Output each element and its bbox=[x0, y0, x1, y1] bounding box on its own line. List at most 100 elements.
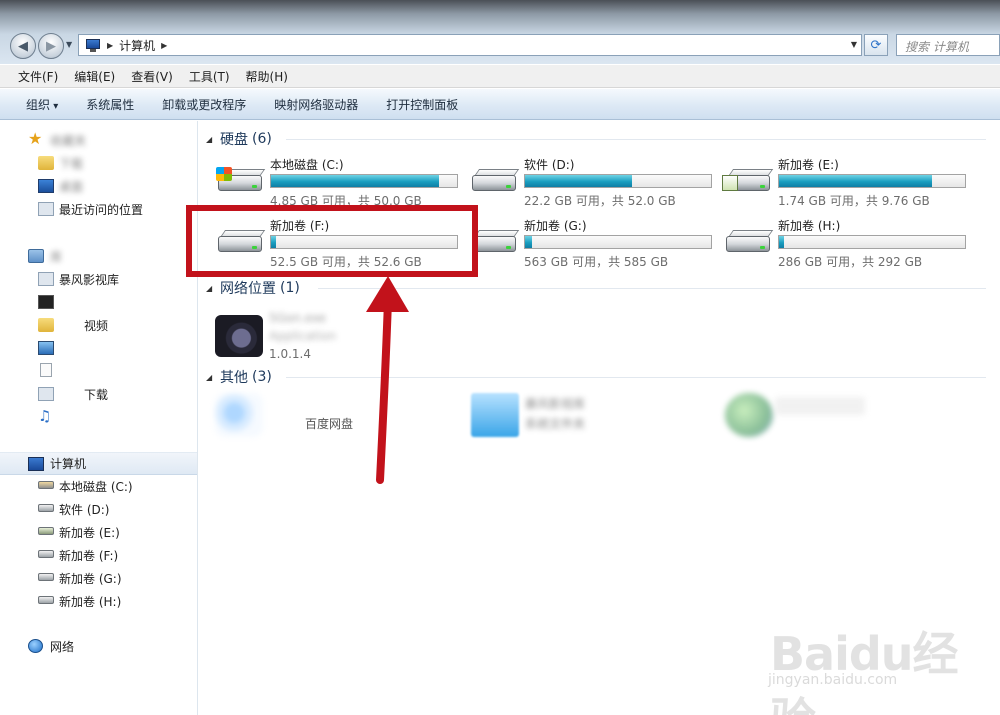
recent-places-icon bbox=[38, 202, 54, 216]
sidebar-item-label: 下载 bbox=[59, 156, 84, 171]
drive-name: 新加卷 (G:) bbox=[524, 219, 587, 233]
sidebar-item-library[interactable]: ♫ bbox=[0, 406, 197, 428]
system-properties-button[interactable]: 系统属性 bbox=[86, 96, 134, 113]
drive-tile-c[interactable]: 本地磁盘 (C:) 4.85 GB 可用，共 50.0 GB bbox=[216, 151, 466, 209]
drive-tile-h[interactable]: 新加卷 (H:) 286 GB 可用，共 292 GB bbox=[724, 212, 974, 270]
menu-file[interactable]: 文件(F) bbox=[18, 68, 58, 85]
collapse-chevron-icon[interactable]: ◢ bbox=[206, 135, 220, 144]
media-library-icon bbox=[38, 272, 54, 286]
sidebar-item-label: 计算机 bbox=[50, 457, 87, 471]
drive-tile-d[interactable]: 软件 (D:) 22.2 GB 可用，共 52.0 GB bbox=[470, 151, 720, 209]
sidebar-item-drive-c[interactable]: 本地磁盘 (C:) bbox=[0, 475, 197, 497]
drive-free-space: 563 GB 可用，共 585 GB bbox=[524, 255, 669, 269]
other-item-baidu-netdisk[interactable]: 百度网盘 bbox=[215, 391, 455, 443]
sidebar-item-library[interactable] bbox=[0, 360, 197, 382]
group-header-network-locations[interactable]: ◢ 网络位置 (1) bbox=[206, 277, 986, 299]
highlight-box bbox=[186, 205, 478, 277]
sidebar-item-label: 收藏夹 bbox=[50, 133, 87, 148]
computer-icon bbox=[85, 38, 101, 52]
menu-tools[interactable]: 工具(T) bbox=[189, 68, 230, 85]
refresh-icon: ⟳ bbox=[870, 37, 882, 53]
sidebar-item-library[interactable]: 下载 bbox=[0, 383, 197, 405]
back-button[interactable]: ◀ bbox=[10, 33, 36, 59]
menu-edit[interactable]: 编辑(E) bbox=[74, 68, 115, 85]
capacity-bar bbox=[270, 174, 458, 188]
sidebar-item-drive-g[interactable]: 新加卷 (G:) bbox=[0, 567, 197, 589]
drive-tile-g[interactable]: 新加卷 (G:) 563 GB 可用，共 585 GB bbox=[470, 212, 720, 270]
sidebar-item-computer[interactable]: 计算机 bbox=[0, 452, 197, 475]
music-note-icon: ♫ bbox=[38, 407, 52, 425]
download-icon bbox=[38, 387, 54, 401]
sidebar-item-label: 网络 bbox=[50, 639, 75, 654]
sidebar-item-recent-places[interactable]: 最近访问的位置 bbox=[0, 198, 197, 220]
menu-help[interactable]: 帮助(H) bbox=[246, 68, 288, 85]
other-item-type: 系统文件夹 bbox=[525, 417, 586, 431]
group-title: 硬盘 bbox=[220, 132, 248, 148]
other-item-media-library[interactable]: 暴风影视库 系统文件夹 bbox=[471, 391, 711, 443]
forward-button[interactable]: ▶ bbox=[38, 33, 64, 59]
sidebar-item-library[interactable] bbox=[0, 291, 197, 313]
sidebar-item-library[interactable]: 视频 bbox=[0, 314, 197, 336]
drive-icon bbox=[38, 527, 54, 535]
group-title: 网络位置 bbox=[220, 281, 276, 297]
sidebar-item-drive-h[interactable]: 新加卷 (H:) bbox=[0, 590, 197, 612]
sidebar-item-network[interactable]: 网络 bbox=[0, 635, 197, 657]
sidebar-item-library[interactable] bbox=[0, 337, 197, 359]
address-history-dropdown[interactable]: ▼ bbox=[851, 40, 857, 49]
command-bar: 组织 系统属性 卸载或更改程序 映射网络驱动器 打开控制面板 bbox=[0, 89, 1000, 120]
sidebar-item-library[interactable]: 暴风影视库 bbox=[0, 268, 197, 290]
sidebar-item-label: 软件 (D:) bbox=[59, 502, 110, 517]
baidu-watermark: Baidu经验 jingyan.baidu.com bbox=[762, 610, 992, 715]
drive-free-space: 22.2 GB 可用，共 52.0 GB bbox=[524, 194, 676, 208]
sidebar-item-downloads[interactable]: 下载 bbox=[0, 152, 197, 174]
refresh-button[interactable]: ⟳ bbox=[864, 34, 888, 56]
sidebar-item-drive-d[interactable]: 软件 (D:) bbox=[0, 498, 197, 520]
capacity-bar bbox=[524, 235, 712, 249]
organize-button[interactable]: 组织 bbox=[26, 96, 58, 113]
open-control-panel-button[interactable]: 打开控制面板 bbox=[386, 96, 458, 113]
map-network-drive-button[interactable]: 映射网络驱动器 bbox=[274, 96, 358, 113]
system-drive-icon bbox=[216, 167, 266, 197]
network-globe-icon bbox=[28, 639, 43, 653]
uninstall-program-button[interactable]: 卸载或更改程序 bbox=[162, 96, 246, 113]
app-globe-icon bbox=[725, 393, 773, 437]
sidebar-favorites[interactable]: ★ 收藏夹 bbox=[0, 129, 197, 151]
video-folder-icon bbox=[38, 318, 54, 332]
computer-icon bbox=[28, 457, 44, 471]
drive-tile-e[interactable]: 新加卷 (E:) 1.74 GB 可用，共 9.76 GB bbox=[722, 151, 974, 209]
capacity-fill bbox=[779, 175, 932, 187]
capacity-bar bbox=[524, 174, 712, 188]
sidebar-item-label: 新加卷 (F:) bbox=[59, 548, 119, 563]
network-item-version: 1.0.1.4 bbox=[269, 347, 311, 361]
group-header-other[interactable]: ◢ 其他 (3) bbox=[206, 366, 986, 388]
sidebar-libraries[interactable]: 库 bbox=[0, 245, 197, 267]
document-icon bbox=[40, 363, 52, 377]
group-header-hard-disks[interactable]: ◢ 硬盘 (6) bbox=[206, 128, 986, 150]
collapse-chevron-icon[interactable]: ◢ bbox=[206, 373, 220, 382]
sidebar-item-desktop[interactable]: 桌面 bbox=[0, 175, 197, 197]
capacity-fill bbox=[525, 236, 533, 248]
breadcrumb-computer[interactable]: 计算机 bbox=[119, 37, 155, 54]
sidebar-item-drive-f[interactable]: 新加卷 (F:) bbox=[0, 544, 197, 566]
library-icon bbox=[28, 249, 44, 263]
system-drive-icon bbox=[38, 481, 54, 489]
star-icon: ★ bbox=[28, 129, 43, 148]
sidebar-item-label: 最近访问的位置 bbox=[59, 202, 144, 217]
address-bar[interactable]: ▶ 计算机 ▶ ▼ bbox=[78, 34, 862, 56]
capacity-fill bbox=[525, 175, 632, 187]
drive-free-space: 1.74 GB 可用，共 9.76 GB bbox=[778, 194, 930, 208]
collapse-chevron-icon[interactable]: ◢ bbox=[206, 284, 220, 293]
capacity-fill bbox=[779, 236, 784, 248]
other-item-name: 百度网盘 bbox=[305, 417, 354, 431]
drive-icon bbox=[38, 573, 54, 581]
other-item-app[interactable] bbox=[725, 391, 965, 443]
search-input[interactable]: 搜索 计算机 bbox=[896, 34, 1000, 56]
desktop-icon bbox=[38, 179, 54, 193]
sidebar-item-drive-e[interactable]: 新加卷 (E:) bbox=[0, 521, 197, 543]
recent-pages-dropdown[interactable]: ▼ bbox=[66, 40, 72, 49]
sidebar-item-label: 库 bbox=[50, 249, 63, 264]
network-item-name: 5Gon.exe bbox=[269, 311, 326, 325]
network-location-item[interactable]: 5Gon.exe Application 1.0.1.4 bbox=[215, 311, 415, 371]
menu-view[interactable]: 查看(V) bbox=[131, 68, 173, 85]
title-bar: ◀ ▶ ▼ ▶ 计算机 ▶ ▼ ⟳ 搜索 计算机 bbox=[0, 0, 1000, 64]
